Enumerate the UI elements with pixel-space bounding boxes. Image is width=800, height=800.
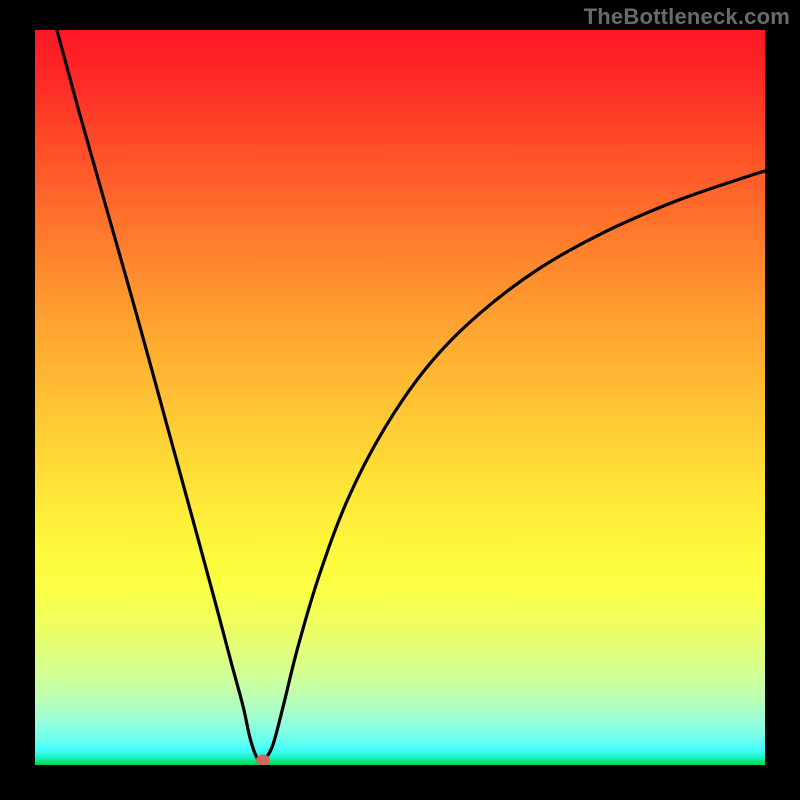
bottleneck-curve <box>57 30 765 762</box>
curve-svg <box>35 30 765 765</box>
watermark-text: TheBottleneck.com <box>584 4 790 30</box>
chart-frame: TheBottleneck.com <box>0 0 800 800</box>
plot-area <box>35 30 765 765</box>
minimum-marker-dot <box>256 754 270 765</box>
